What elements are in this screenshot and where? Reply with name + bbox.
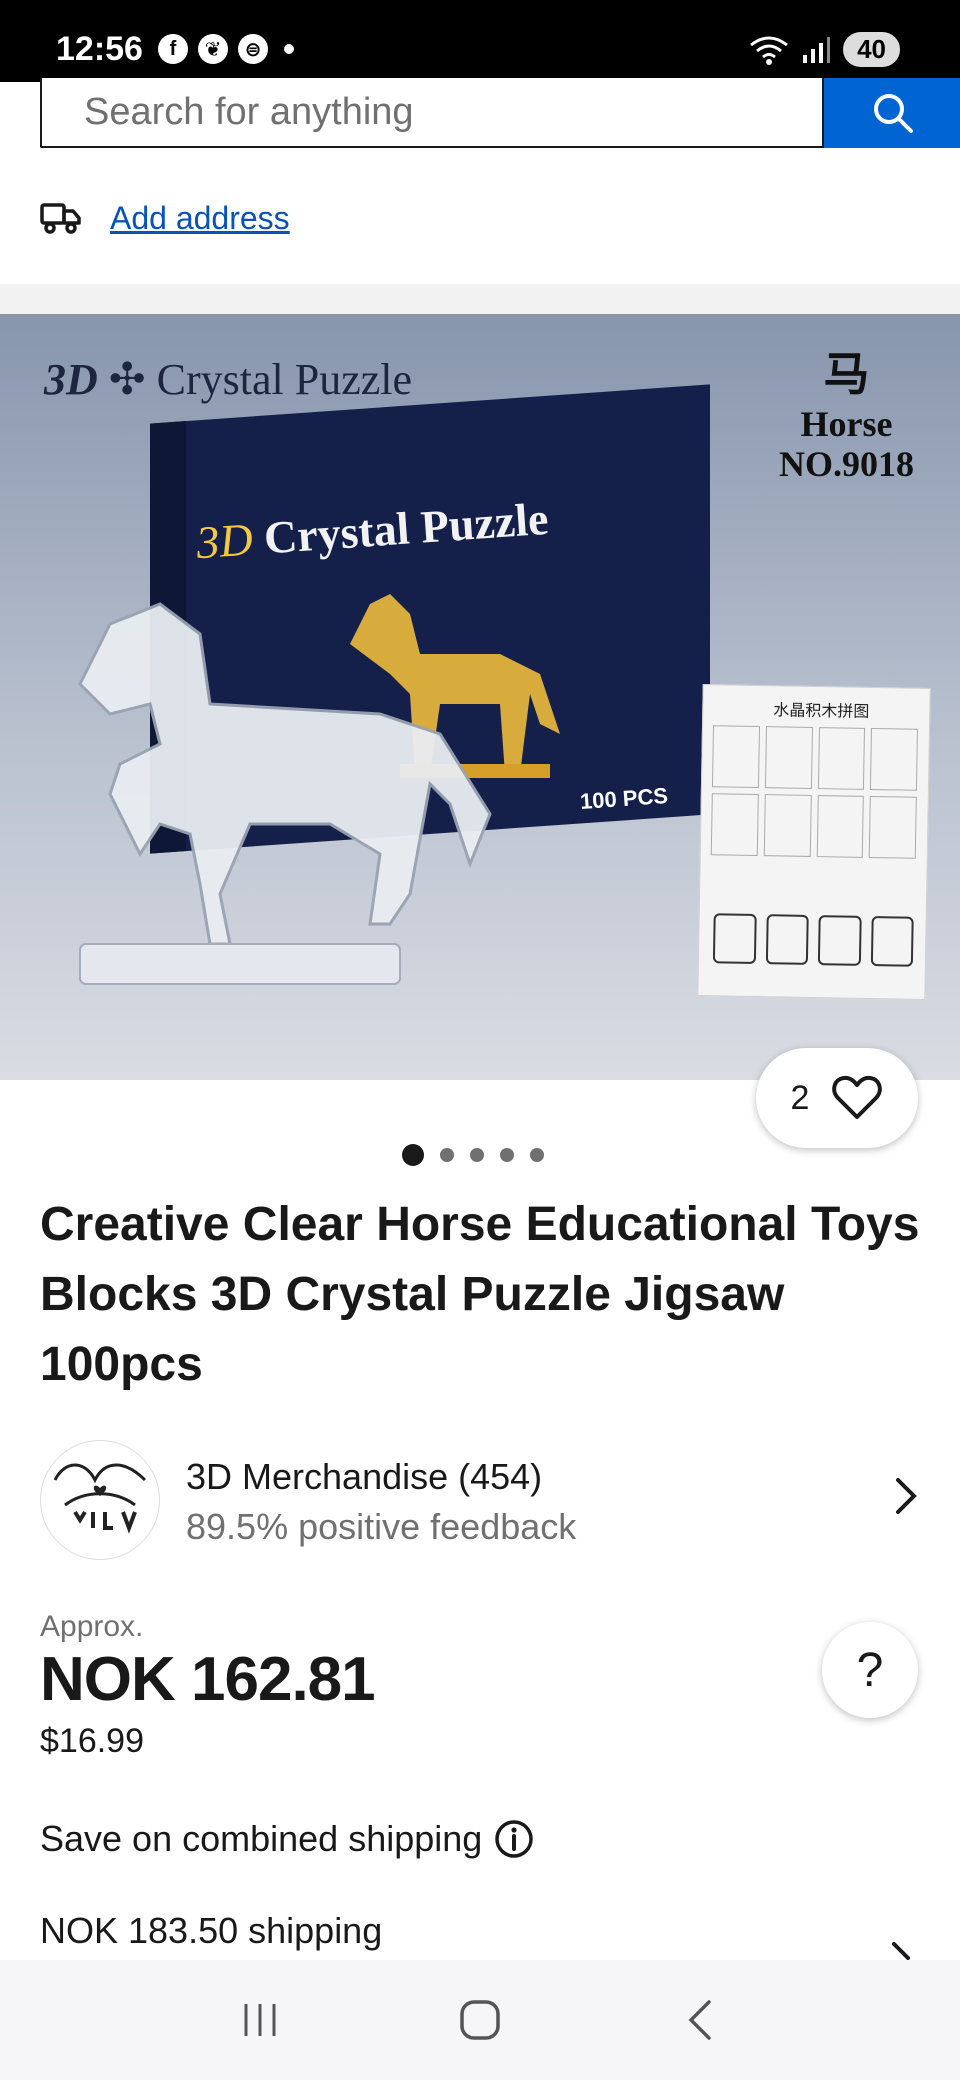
status-notification-icons: f ❦ ⊜ xyxy=(158,34,294,64)
help-button[interactable]: ? xyxy=(822,1622,918,1718)
search-bar xyxy=(40,78,960,148)
status-system-icons: 40 xyxy=(749,32,900,67)
section-divider xyxy=(0,284,960,314)
image-caption-number: NO.9018 xyxy=(779,444,914,484)
product-title: Creative Clear Horse Educational Toys Bl… xyxy=(40,1198,920,1391)
seller-name: 3D Merchandise (454) xyxy=(186,1456,543,1497)
seller-logo-image xyxy=(53,1463,147,1534)
image-caption-prefix: 3D xyxy=(44,355,98,404)
leaf-icon: ❦ xyxy=(198,34,228,64)
image-caption-model: 马 Horse NO.9018 xyxy=(779,338,914,484)
back-button[interactable] xyxy=(670,1990,730,2050)
seller-feedback: 89.5% positive feedback xyxy=(186,1506,577,1547)
image-carousel-indicator xyxy=(402,1144,544,1166)
truck-icon xyxy=(40,203,81,234)
carousel-dot[interactable] xyxy=(440,1148,454,1162)
price-local: NOK 162.81 xyxy=(40,1645,376,1714)
wifi-icon xyxy=(750,36,788,65)
price-usd: $16.99 xyxy=(40,1722,144,1760)
seller-row[interactable]: 3D Merchandise (454) 89.5% positive feed… xyxy=(40,1440,920,1560)
status-time: 12:56 xyxy=(56,30,143,68)
recent-apps-icon xyxy=(244,2004,276,2036)
carousel-dot[interactable] xyxy=(530,1148,544,1162)
product-image[interactable]: 3D ✣ Crystal Puzzle 马 Horse NO.9018 3D C… xyxy=(0,314,960,1080)
info-icon[interactable] xyxy=(494,1819,534,1859)
add-address-link[interactable]: Add address xyxy=(110,200,290,237)
leaflet-title: 水晶积木拼图 xyxy=(773,702,870,721)
chevron-right-icon xyxy=(896,1478,917,1514)
seller-avatar xyxy=(40,1440,160,1560)
image-caption-glyph: 马 xyxy=(823,349,870,400)
more-notifications-dot-icon xyxy=(284,44,294,54)
combined-shipping-row[interactable]: Save on combined shipping xyxy=(40,1818,534,1860)
app-icon: ⊜ xyxy=(238,34,268,64)
shipping-cost[interactable]: NOK 183.50 shipping xyxy=(40,1910,382,1952)
back-icon xyxy=(688,2000,711,2040)
leaflet-diagram-grid xyxy=(710,725,918,859)
home-button[interactable] xyxy=(450,1990,510,2050)
battery-indicator: 40 xyxy=(843,32,900,67)
instruction-leaflet-illustration: 水晶积木拼图 xyxy=(697,684,931,1000)
search-input[interactable] xyxy=(40,78,824,148)
box-title-prefix: 3D xyxy=(194,513,255,569)
carousel-dot[interactable] xyxy=(470,1148,484,1162)
shipping-address-row: Add address xyxy=(40,196,290,240)
combined-shipping-label: Save on combined shipping xyxy=(40,1818,483,1859)
clear-horse-illustration xyxy=(78,602,492,985)
image-caption-text: Crystal Puzzle xyxy=(156,355,413,404)
search-icon xyxy=(874,94,913,133)
signal-icon xyxy=(803,36,831,63)
watchers-count: 2 xyxy=(790,1078,810,1117)
system-navigation-bar xyxy=(0,1960,960,2080)
carousel-dot[interactable] xyxy=(500,1148,514,1162)
home-icon xyxy=(460,2000,500,2040)
status-bar: 12:56 f ❦ ⊜ 40 xyxy=(0,0,960,82)
recent-apps-button[interactable] xyxy=(230,1990,290,2050)
puzzle-pieces-icon: ✣ xyxy=(108,355,146,404)
leaflet-steps xyxy=(712,913,914,967)
heart-icon xyxy=(832,1075,883,1119)
chevron-right-icon xyxy=(892,1942,910,1960)
image-caption-name: Horse xyxy=(800,404,893,444)
search-button[interactable] xyxy=(824,78,960,148)
watch-button[interactable]: 2 xyxy=(756,1048,918,1148)
facebook-icon: f xyxy=(158,34,188,64)
price-approx-label: Approx. xyxy=(40,1610,144,1643)
carousel-dot-active[interactable] xyxy=(402,1144,424,1166)
image-caption-brand: 3D ✣ Crystal Puzzle xyxy=(44,354,412,405)
